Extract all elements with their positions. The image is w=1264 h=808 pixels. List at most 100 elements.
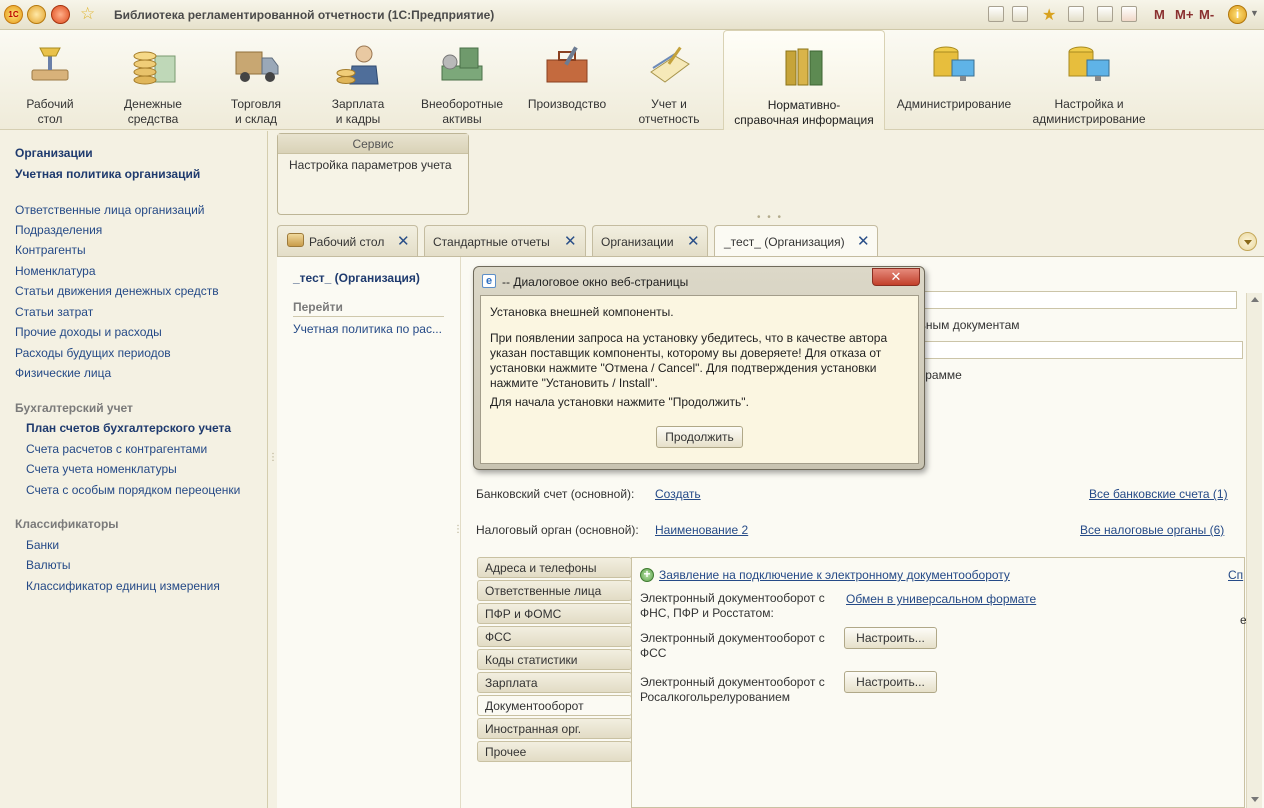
history-icon[interactable] — [1068, 6, 1084, 22]
section-production[interactable]: Производство — [524, 30, 610, 130]
vtab-addresses[interactable]: Адреса и телефоны — [477, 557, 632, 578]
scroll-down-icon[interactable] — [1251, 797, 1259, 802]
scroll-up-icon[interactable] — [1250, 297, 1259, 302]
nav-nomenclature-accounts[interactable]: Счета учета номенклатуры — [26, 462, 177, 476]
nav-departments[interactable]: Подразделения — [15, 223, 102, 237]
tab-organizations[interactable]: Организации ✕ — [592, 225, 708, 257]
nav-other-income[interactable]: Прочие доходы и расходы — [15, 325, 162, 339]
edo-alcohol-configure-button[interactable]: Настроить... — [844, 671, 937, 693]
section-fixed-assets[interactable]: Внеоборотные активы — [416, 30, 508, 130]
calculator-icon[interactable] — [1097, 6, 1113, 22]
edo-universal-exchange-link[interactable]: Обмен в универсальном формате — [846, 592, 1036, 606]
goto-header: Перейти — [293, 300, 343, 314]
tab-test-organization[interactable]: _тест_ (Организация) ✕ — [714, 225, 878, 257]
tab-desktop[interactable]: Рабочий стол ✕ — [277, 225, 418, 257]
edo-fss-configure-button[interactable]: Настроить... — [844, 627, 937, 649]
section-settings-administration[interactable]: Настройка и администрирование — [1026, 30, 1152, 130]
goto-accounting-policy[interactable]: Учетная политика по рас... — [293, 322, 442, 336]
section-accounting[interactable]: Учет и отчетность — [628, 30, 710, 130]
bank-account-create-link[interactable]: Создать — [655, 487, 701, 501]
section-trade[interactable]: Торговля и склад — [216, 30, 296, 130]
navigation-panel: Организации Учетная политика организаций… — [0, 131, 268, 808]
tax-authority-link[interactable]: Наименование 2 — [655, 523, 748, 537]
dialog-text: нажмите "Установить / Install". — [490, 376, 658, 390]
desk-icon — [287, 233, 304, 247]
vtab-responsible[interactable]: Ответственные лица — [477, 580, 632, 601]
nav-individuals[interactable]: Физические лица — [15, 366, 111, 380]
all-bank-accounts-link[interactable]: Все банковские счета (1) — [1089, 487, 1228, 501]
panel-resize-handle[interactable]: • • • — [757, 212, 783, 223]
vtab-document-flow[interactable]: Документооборот — [477, 695, 632, 716]
save-icon[interactable] — [988, 6, 1004, 22]
close-icon[interactable]: ✕ — [397, 232, 410, 250]
favorites-add-icon[interactable]: ★ — [1042, 5, 1056, 25]
nav-chart-of-accounts[interactable]: План счетов бухгалтерского учета — [26, 421, 231, 435]
app-logo-icon[interactable]: 1С — [4, 5, 23, 24]
ledger-icon — [650, 46, 690, 83]
nav-banks[interactable]: Банки — [26, 538, 59, 552]
nav-deferred-expenses[interactable]: Расходы будущих периодов — [15, 346, 171, 360]
section-money[interactable]: Денежные средства — [110, 30, 196, 130]
vtab-statistics-codes[interactable]: Коды статистики — [477, 649, 632, 670]
panel-splitter[interactable]: ⋮ — [268, 453, 278, 475]
tabs-menu-chevron-icon[interactable] — [1238, 232, 1257, 251]
close-icon[interactable]: ✕ — [564, 232, 577, 250]
toolbox-icon — [546, 46, 588, 83]
nav-cashflow-items[interactable]: Статьи движения денежных средств — [15, 284, 219, 298]
vtab-other[interactable]: Прочее — [477, 741, 632, 762]
section-administration[interactable]: Администрирование — [892, 30, 1016, 130]
edo-alcohol-label: Электронный документооборот с Росалкоголь… — [640, 675, 825, 704]
edo-fns-label: Электронный документооборот с ФНС, ПФР и … — [640, 591, 825, 620]
close-icon[interactable]: ✕ — [857, 232, 870, 250]
nav-group-classifiers: Классификаторы — [15, 517, 119, 531]
field-input[interactable] — [901, 291, 1237, 309]
dialog-body: Установка внешней компоненты. При появле… — [480, 295, 919, 464]
nav-organizations[interactable]: Организации — [15, 146, 93, 160]
database-settings-icon — [1068, 46, 1110, 81]
dialog-close-button[interactable]: ✕ — [872, 268, 920, 286]
continue-button[interactable]: Продолжить — [656, 426, 743, 448]
chevron-down-icon[interactable]: ▼ — [1250, 8, 1259, 18]
info-icon[interactable]: i — [1228, 5, 1247, 24]
nav-nomenclature[interactable]: Номенклатура — [15, 264, 96, 278]
nav-group-accounting: Бухгалтерский учет — [15, 401, 133, 415]
nav-revaluation-accounts[interactable]: Счета с особым порядком переоценки — [26, 483, 240, 497]
section-salary[interactable]: Зарплата и кадры — [318, 30, 398, 130]
dialog-text: При появлении запроса на установку убеди… — [490, 331, 888, 345]
service-accounting-settings[interactable]: Настройка параметров учета — [278, 154, 468, 176]
calendar-icon[interactable] — [1121, 6, 1137, 22]
tab-standard-reports[interactable]: Стандартные отчеты ✕ — [424, 225, 586, 257]
dialog-text: установки нажмите "Отмена / Cancel". Для… — [490, 361, 877, 375]
ie-icon: e — [482, 274, 496, 288]
plus-circle-icon[interactable]: + — [640, 568, 654, 582]
nav-settlement-accounts[interactable]: Счета расчетов с контрагентами — [26, 442, 207, 456]
vertical-scrollbar[interactable] — [1246, 293, 1262, 808]
memory-button[interactable]: M — [1154, 7, 1165, 22]
home-icon[interactable] — [51, 5, 70, 24]
main-menu-icon[interactable] — [27, 5, 46, 24]
vtab-fss[interactable]: ФСС — [477, 626, 632, 647]
nav-units-classifier[interactable]: Классификатор единиц измерения — [26, 579, 220, 593]
memory-subtract-button[interactable]: M- — [1199, 7, 1214, 22]
nav-cost-items[interactable]: Статьи затрат — [15, 305, 93, 319]
favorites-star-icon[interactable]: ☆ — [80, 5, 95, 23]
field-input[interactable] — [901, 341, 1243, 359]
nav-currencies[interactable]: Валюты — [26, 558, 71, 572]
memory-add-button[interactable]: M+ — [1175, 7, 1193, 22]
print-icon[interactable] — [1012, 6, 1028, 22]
vtab-foreign-org[interactable]: Иностранная орг. — [477, 718, 632, 739]
section-reference-info[interactable]: Нормативно-справочная информация — [723, 30, 885, 130]
vtab-salary[interactable]: Зарплата — [477, 672, 632, 693]
edo-application-link[interactable]: Заявление на подключение к электронному … — [659, 568, 1010, 582]
all-tax-authorities-link[interactable]: Все налоговые органы (6) — [1080, 523, 1224, 537]
window-title: Библиотека регламентированной отчетности… — [114, 8, 495, 22]
section-desktop[interactable]: Рабочий стол — [10, 30, 90, 130]
dialog-text: указан поставщик компоненты, которому вы… — [490, 346, 882, 360]
edo-extra-link[interactable]: Сп — [1228, 568, 1243, 582]
nav-responsible-persons[interactable]: Ответственные лица организаций — [15, 203, 205, 217]
nav-accounting-policy[interactable]: Учетная политика организаций — [15, 167, 200, 181]
web-page-dialog: e -- Диалоговое окно веб-страницы ✕ Уста… — [473, 266, 925, 470]
vtab-pfr-foms[interactable]: ПФР и ФОМС — [477, 603, 632, 624]
nav-counterparties[interactable]: Контрагенты — [15, 243, 86, 257]
close-icon[interactable]: ✕ — [687, 232, 700, 250]
